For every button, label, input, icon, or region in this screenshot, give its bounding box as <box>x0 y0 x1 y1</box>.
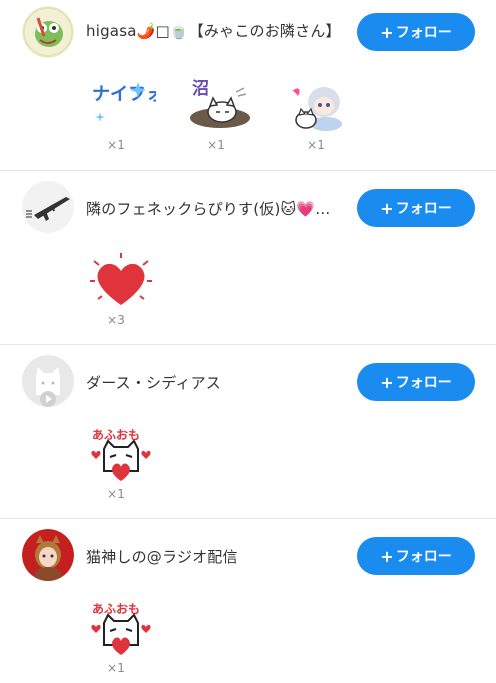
stamp-count: ×1 <box>307 138 325 152</box>
plus-icon: + <box>380 22 394 42</box>
user-card: ダース・シディアス + フォロー あふおも ×1 <box>0 345 496 519</box>
username[interactable]: 猫神しの@ラジオ配信 <box>86 546 338 567</box>
numa-cat-stamp: 沼 <box>186 76 256 136</box>
username[interactable]: higasa🌶️□🍵【みゃこのお隣さん】 <box>86 20 338 41</box>
stamp-count: ×1 <box>107 487 125 501</box>
afuomo-cat-heart-stamp: あふおも <box>86 425 156 485</box>
anime-girl-cat-stamp-icon <box>292 87 342 131</box>
afuomo-cat-heart-stamp: あふおも <box>86 599 156 659</box>
user-card: higasa🌶️□🍵【みゃこのお隣さん】 + フォロー ナイフォロ 沼 <box>0 0 496 171</box>
svg-text:あふおも: あふおも <box>92 428 140 442</box>
svg-text:沼: 沼 <box>192 78 209 99</box>
user-card: 隣のフェネックらぴりす(仮)🐱💗… + フォロー ×3 <box>0 171 496 345</box>
nice-follow-stamp: ナイフォロ <box>86 76 182 136</box>
heart-stamp <box>86 251 156 311</box>
username[interactable]: ダース・シディアス <box>86 372 338 393</box>
anime-girl-cat-stamp <box>286 76 356 136</box>
stamp-count: ×1 <box>207 138 225 152</box>
stamp-count: ×1 <box>107 138 125 152</box>
stamp-list: あふおも ×1 <box>0 593 496 683</box>
default-cat-avatar-icon <box>22 355 74 407</box>
svg-text:ナイフォロ: ナイフォロ <box>92 84 156 105</box>
stamp-list: ×3 <box>0 245 496 335</box>
avatar[interactable] <box>22 181 74 233</box>
follow-button[interactable]: + フォロー <box>357 13 475 51</box>
follow-button[interactable]: + フォロー <box>357 537 475 575</box>
avatar[interactable] <box>22 6 74 58</box>
plus-icon: + <box>380 198 394 218</box>
follow-label: フォロー <box>395 375 452 391</box>
stamp-list: あふおも ×1 <box>0 419 496 509</box>
afuomo-cat-heart-stamp-icon: あふおも <box>91 428 151 481</box>
avatar[interactable] <box>22 529 74 581</box>
cat-girl-avatar-icon <box>22 529 74 581</box>
plus-icon: + <box>380 546 394 566</box>
stamp-count: ×3 <box>107 313 125 327</box>
gift-sender-list: higasa🌶️□🍵【みゃこのお隣さん】 + フォロー ナイフォロ 沼 <box>0 0 496 680</box>
frog-avatar-icon <box>22 6 74 58</box>
follow-label: フォロー <box>395 25 452 41</box>
follow-label: フォロー <box>395 549 452 565</box>
avatar[interactable] <box>22 355 74 407</box>
follow-button[interactable]: + フォロー <box>357 363 475 401</box>
afuomo-cat-heart-stamp-icon: あふおも <box>91 602 151 655</box>
numa-cat-stamp-icon: 沼 <box>190 78 250 128</box>
stamp-count: ×1 <box>107 661 125 675</box>
stamp-list: ナイフォロ 沼 <box>0 70 496 160</box>
follow-label: フォロー <box>395 201 452 217</box>
plus-icon: + <box>380 372 394 392</box>
rifle-avatar-icon <box>22 181 74 233</box>
svg-text:あふおも: あふおも <box>92 602 140 616</box>
nice-follow-stamp-icon: ナイフォロ <box>92 82 182 122</box>
username[interactable]: 隣のフェネックらぴりす(仮)🐱💗… <box>86 198 338 219</box>
follow-button[interactable]: + フォロー <box>357 189 475 227</box>
user-card: 猫神しの@ラジオ配信 + フォロー あふおも ×1 <box>0 519 496 680</box>
heart-icon <box>90 253 152 305</box>
